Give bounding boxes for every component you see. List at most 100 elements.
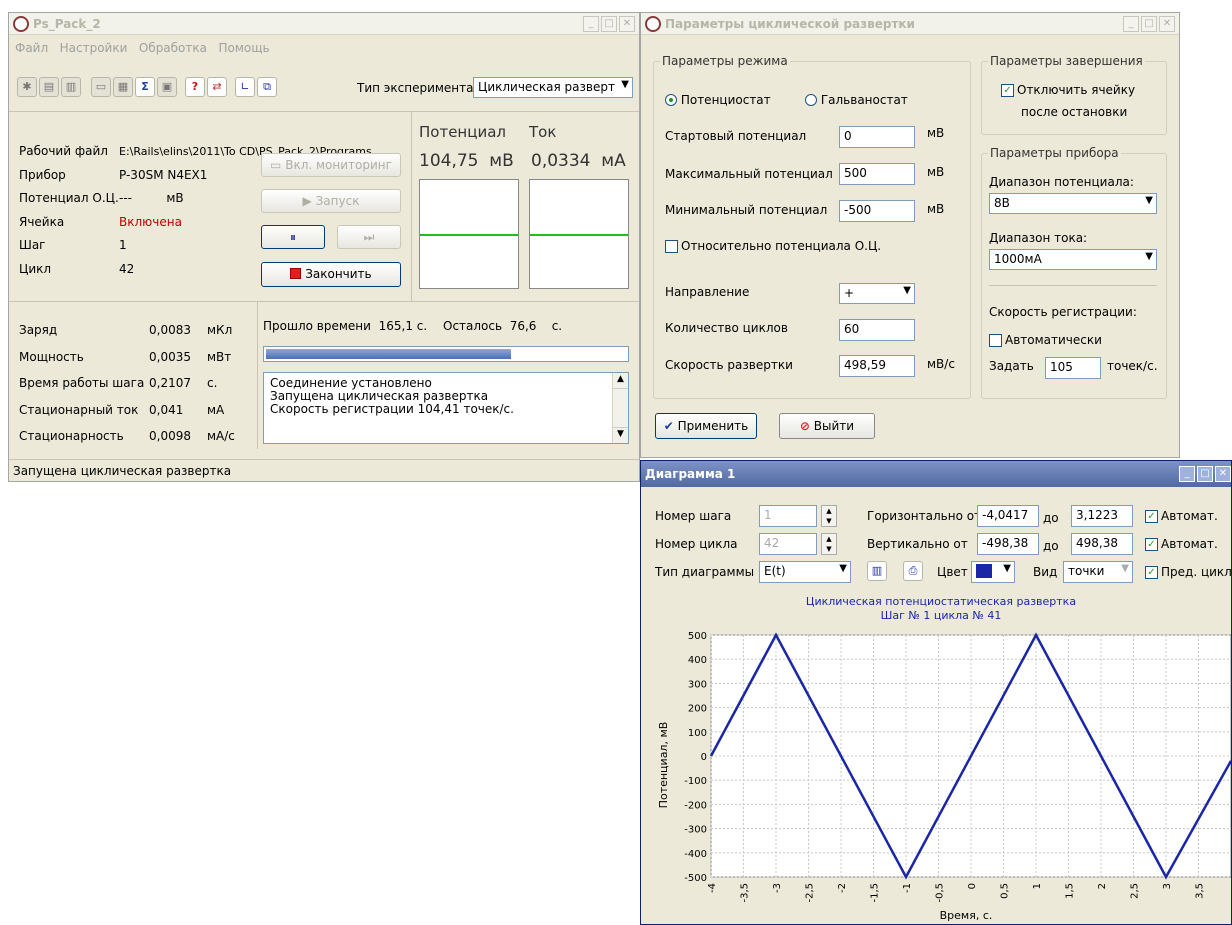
color-label: Цвет bbox=[937, 565, 968, 579]
v-from-input[interactable]: -498,38 bbox=[977, 533, 1039, 555]
direction-select[interactable]: + ▼ bbox=[839, 283, 915, 304]
sweep-rate-label: Скорость развертки bbox=[665, 358, 793, 372]
disconnect-cell-checkbox[interactable]: ✓ Отключить ячейку bbox=[1001, 83, 1135, 97]
reg-speed-label: Скорость регистрации: bbox=[989, 305, 1137, 319]
device-icon[interactable]: ⇄ bbox=[207, 77, 227, 97]
step-value: 1 bbox=[119, 238, 127, 253]
start-potential-label: Стартовый потенциал bbox=[665, 129, 807, 143]
windows-icon[interactable]: ⧉ bbox=[257, 77, 277, 97]
checkbox-checked-icon: ✓ bbox=[1145, 538, 1158, 551]
menu-file[interactable]: Файл bbox=[15, 41, 48, 55]
view-select[interactable]: точки ▼ bbox=[1063, 561, 1133, 583]
open-icon[interactable]: ▤ bbox=[39, 77, 59, 97]
print-icon[interactable]: ▭ bbox=[91, 77, 111, 97]
save-chart-icon[interactable]: ▥ bbox=[867, 561, 887, 581]
main-titlebar[interactable]: Ps_Pack_2 bbox=[9, 13, 639, 35]
reg-speed-input[interactable]: 105 bbox=[1045, 357, 1101, 379]
start-button[interactable]: ▶ Запуск bbox=[261, 189, 401, 213]
minimize-icon[interactable]: _ bbox=[1123, 16, 1139, 32]
chart-type-value: E(t) bbox=[764, 564, 786, 578]
stat-value: 0,0083 bbox=[149, 323, 191, 337]
spin-up-icon[interactable]: ▲ bbox=[822, 506, 836, 516]
sweep-rate-input[interactable]: 498,59 bbox=[839, 355, 915, 377]
step-number-label: Номер шага bbox=[655, 509, 732, 523]
pause-button[interactable]: ⏸ bbox=[261, 225, 325, 249]
menu-processing[interactable]: Обработка bbox=[139, 41, 207, 55]
chart-type-select[interactable]: E(t) ▼ bbox=[759, 561, 851, 583]
current-range-label: Диапазон тока: bbox=[989, 231, 1088, 245]
save-icon[interactable]: ▥ bbox=[61, 77, 81, 97]
potential-readout: 104,75 мВ bbox=[419, 151, 514, 171]
calc-icon[interactable]: ▣ bbox=[157, 77, 177, 97]
max-potential-input[interactable]: 500 bbox=[839, 163, 915, 185]
maximize-icon[interactable]: □ bbox=[601, 16, 617, 32]
new-icon[interactable]: ✱ bbox=[17, 77, 37, 97]
maximize-icon[interactable]: □ bbox=[1197, 466, 1213, 482]
stat-label: Заряд bbox=[19, 323, 58, 337]
help-icon[interactable]: ? bbox=[185, 77, 205, 97]
menu-bar: Файл Настройки Обработка Помощь bbox=[15, 41, 270, 55]
x-tick-label: -0,5 bbox=[935, 883, 946, 903]
relative-oc-checkbox[interactable]: Относительно потенциала О.Ц. bbox=[665, 239, 881, 253]
exit-button[interactable]: ⊘ Выйти bbox=[779, 413, 875, 439]
mode-group: Параметры режима bbox=[653, 54, 971, 399]
spin-down-icon[interactable]: ▼ bbox=[822, 516, 836, 526]
potential-trend-graph bbox=[419, 179, 519, 289]
h-to-input[interactable]: 3,1223 bbox=[1071, 505, 1133, 527]
next-button[interactable]: ⏭ bbox=[337, 225, 401, 249]
auto-reg-checkbox[interactable]: Автоматически bbox=[989, 333, 1102, 347]
start-potential-input[interactable]: 0 bbox=[839, 126, 915, 148]
step-spinner[interactable]: ▲ ▼ bbox=[821, 505, 837, 527]
log-box[interactable]: Соединение установлено Запущена цикличес… bbox=[263, 372, 629, 444]
info-label: Шаг bbox=[19, 238, 46, 253]
v-auto-checkbox[interactable]: ✓ Автомат. bbox=[1145, 537, 1218, 551]
diagram-titlebar[interactable]: Диаграмма 1 bbox=[641, 461, 1231, 487]
potential-range-select[interactable]: 8В ▼ bbox=[989, 193, 1157, 214]
maximize-icon[interactable]: □ bbox=[1141, 16, 1157, 32]
table-icon[interactable]: ▦ bbox=[113, 77, 133, 97]
play-icon: ▶ bbox=[302, 194, 312, 208]
color-select[interactable]: ▼ bbox=[971, 561, 1015, 583]
apply-button[interactable]: ✔ Применить bbox=[655, 413, 757, 439]
radio-galvanostat[interactable]: Гальваностат bbox=[805, 93, 908, 107]
x-tick-label: -3,5 bbox=[740, 883, 751, 903]
checkmark-icon: ✔ bbox=[663, 419, 674, 433]
divider bbox=[9, 111, 639, 112]
stat-unit: мА bbox=[207, 402, 225, 417]
current-range-select[interactable]: 1000мА ▼ bbox=[989, 249, 1157, 270]
current-header: Ток bbox=[529, 123, 557, 141]
scroll-up-icon[interactable]: ▲ bbox=[613, 373, 628, 389]
menu-help[interactable]: Помощь bbox=[218, 41, 269, 55]
unit-mv: мВ bbox=[927, 202, 945, 216]
h-from-input[interactable]: -4,0417 bbox=[977, 505, 1039, 527]
cycle-spinner[interactable]: ▲ ▼ bbox=[821, 533, 837, 555]
monitor-button[interactable]: ▭ Вкл. мониторинг bbox=[261, 153, 401, 177]
chart-icon[interactable]: ∟ bbox=[235, 77, 255, 97]
close-icon[interactable]: ✕ bbox=[1159, 16, 1175, 32]
radio-potentiostat[interactable]: Потенциостат bbox=[665, 93, 771, 107]
spin-up-icon[interactable]: ▲ bbox=[822, 534, 836, 544]
close-icon[interactable]: ✕ bbox=[619, 16, 635, 32]
prev-cycle-checkbox[interactable]: ✓ Пред. цикл bbox=[1145, 565, 1232, 579]
step-number-input[interactable]: 1 bbox=[759, 505, 817, 527]
experiment-type-select[interactable]: Циклическая разверт ▼ bbox=[473, 77, 633, 98]
potential-range-label: Диапазон потенциала: bbox=[989, 175, 1134, 189]
min-potential-input[interactable]: -500 bbox=[839, 200, 915, 222]
scroll-down-icon[interactable]: ▼ bbox=[613, 427, 628, 443]
h-auto-checkbox[interactable]: ✓ Автомат. bbox=[1145, 509, 1218, 523]
sum-icon[interactable]: Σ bbox=[135, 77, 155, 97]
cycles-input[interactable]: 60 bbox=[839, 319, 915, 341]
spin-down-icon[interactable]: ▼ bbox=[822, 544, 836, 554]
cycle-number-input[interactable]: 42 bbox=[759, 533, 817, 555]
radio-icon bbox=[805, 94, 817, 106]
minimize-icon[interactable]: _ bbox=[1179, 466, 1195, 482]
minimize-icon[interactable]: _ bbox=[583, 16, 599, 32]
menu-settings[interactable]: Настройки bbox=[60, 41, 128, 55]
v-to-input[interactable]: 498,38 bbox=[1071, 533, 1133, 555]
params-titlebar[interactable]: Параметры циклической развертки bbox=[641, 13, 1179, 35]
finish-button[interactable]: Закончить bbox=[261, 262, 401, 287]
log-scrollbar[interactable]: ▲ ▼ bbox=[612, 373, 628, 443]
checkbox-icon bbox=[989, 334, 1002, 347]
print-chart-icon[interactable]: ⎙ bbox=[903, 561, 923, 581]
close-icon[interactable]: ✕ bbox=[1215, 466, 1231, 482]
